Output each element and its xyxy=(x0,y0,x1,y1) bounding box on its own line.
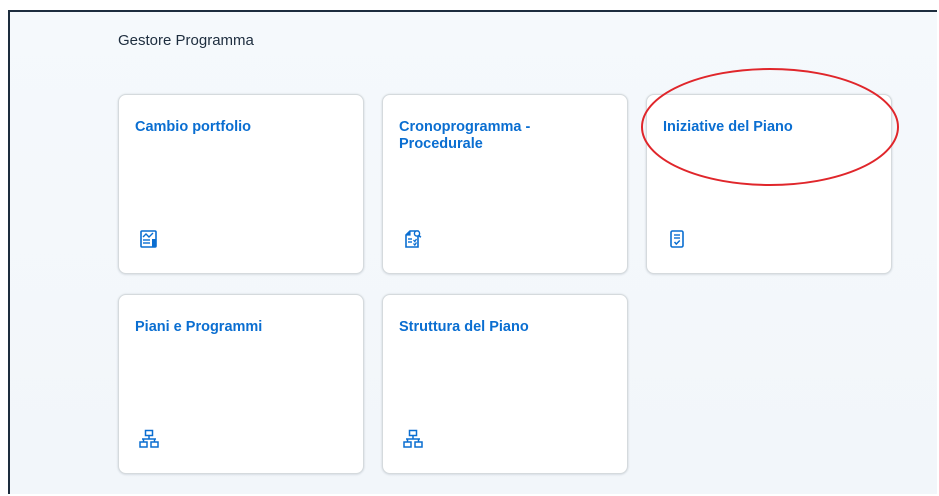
launchpad-page: Gestore Programma Cambio portfolio Crono… xyxy=(8,10,937,494)
checklist-icon xyxy=(670,230,684,248)
tile-title: Iniziative del Piano xyxy=(663,119,793,135)
tile-title: Cronoprogramma - Procedurale xyxy=(399,119,531,152)
hierarchy-icon xyxy=(403,429,423,448)
group-title: Gestore Programma xyxy=(118,32,254,49)
portfolio-chart-icon xyxy=(140,230,157,248)
tile-struttura-del-piano[interactable]: Struttura del Piano xyxy=(382,294,628,474)
tile-title: Struttura del Piano xyxy=(399,319,529,335)
tile-title: Cambio portfolio xyxy=(135,119,251,135)
tile-cambio-portfolio[interactable]: Cambio portfolio xyxy=(118,94,364,274)
tile-cronoprogramma-procedurale[interactable]: Cronoprogramma - Procedurale xyxy=(382,94,628,274)
document-search-icon xyxy=(405,230,422,248)
tile-piani-e-programmi[interactable]: Piani e Programmi xyxy=(118,294,364,474)
tile-title: Piani e Programmi xyxy=(135,319,263,335)
tile-iniziative-del-piano[interactable]: Iniziative del Piano xyxy=(646,94,892,274)
hierarchy-icon xyxy=(139,429,159,448)
